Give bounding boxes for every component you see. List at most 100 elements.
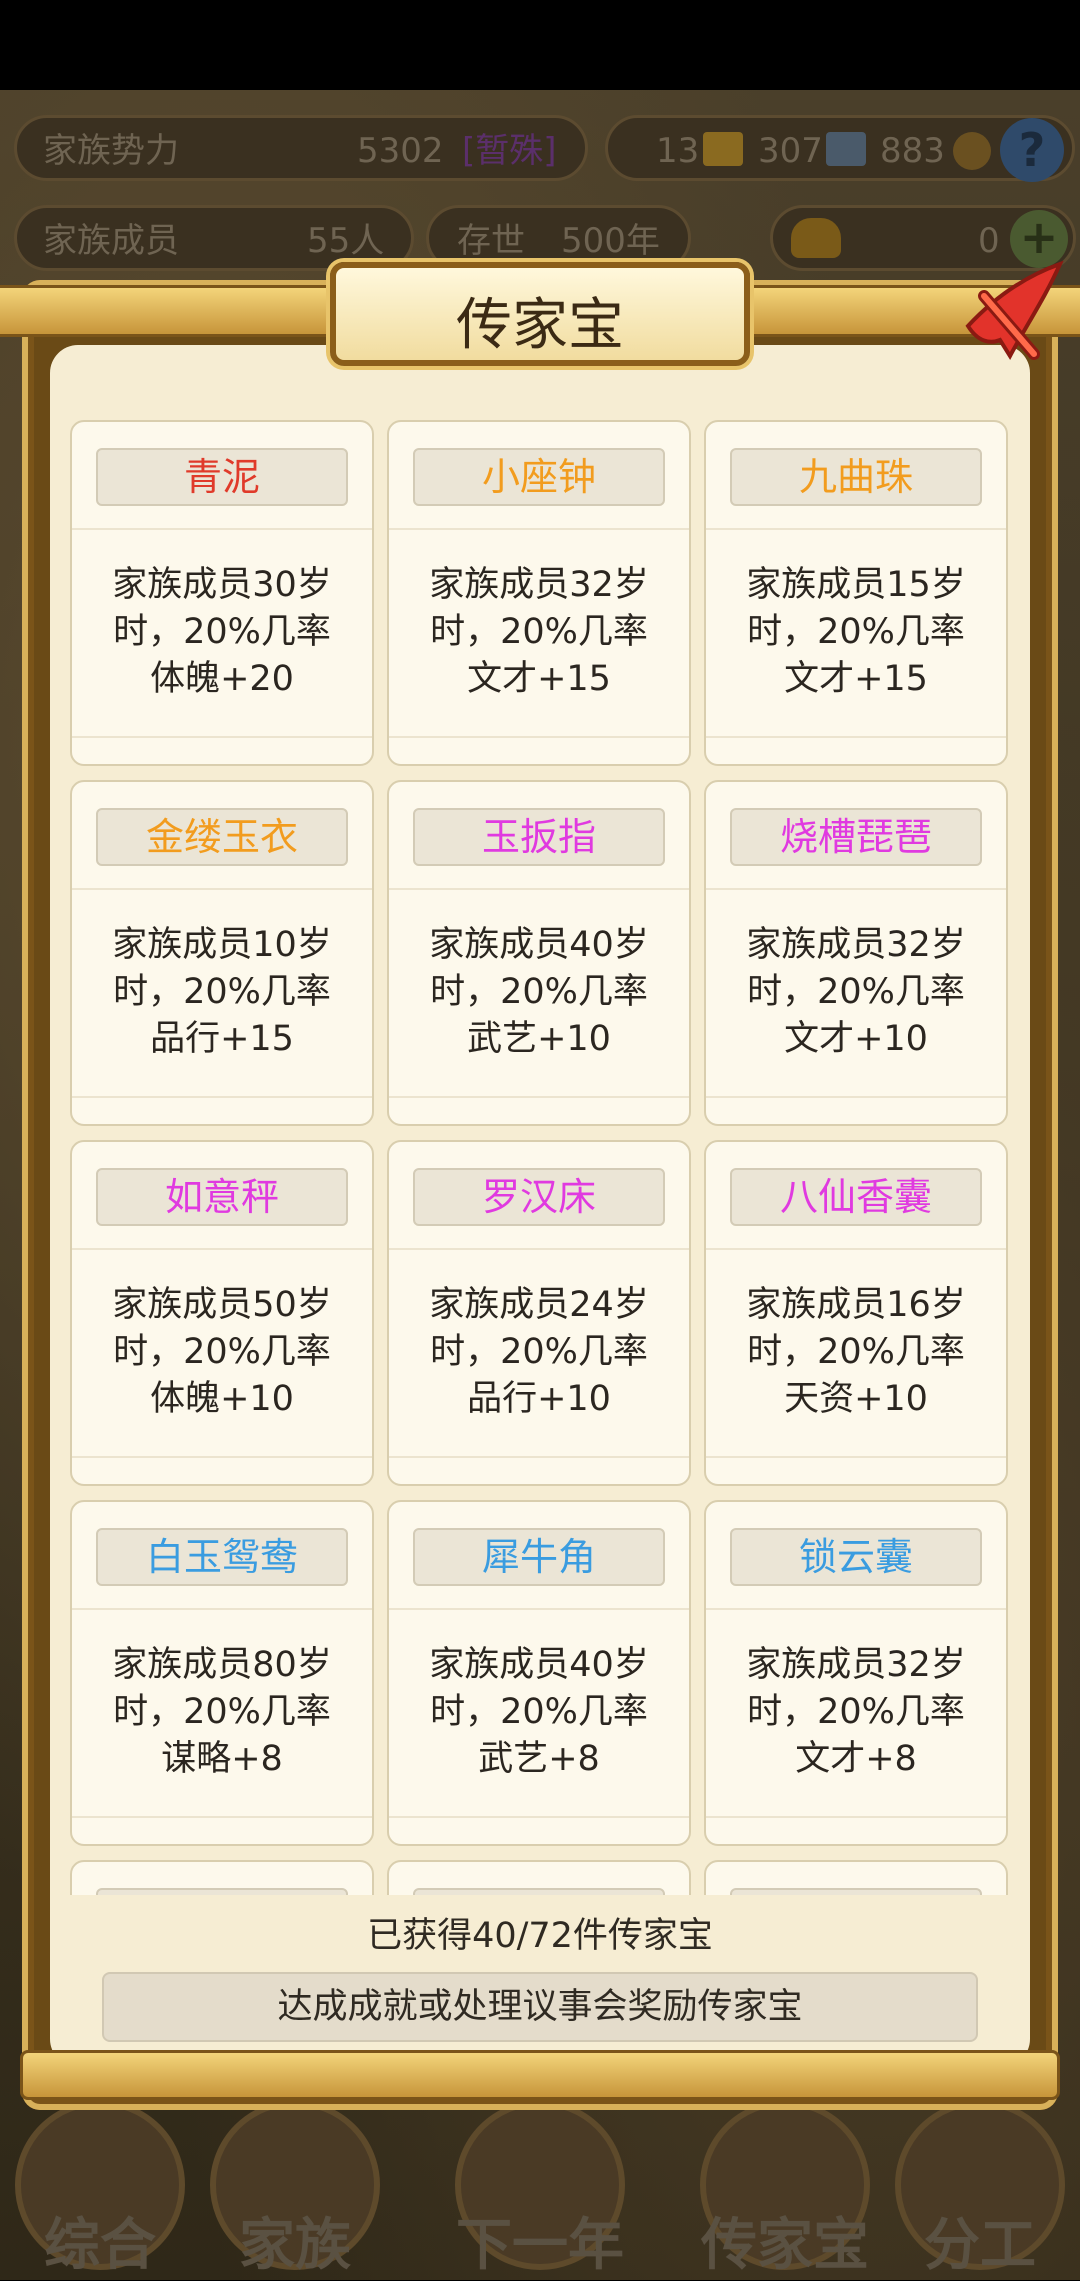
heirloom-effect: 家族成员15岁 时，20%几率 文才+15 — [706, 562, 1006, 703]
heirloom-effect-line: 时，20%几率 — [430, 1332, 648, 1372]
heirloom-effect-line: 谋略+8 — [161, 1739, 283, 1779]
heirloom-effect: 家族成员40岁 时，20%几率 武艺+10 — [389, 922, 689, 1063]
heirloom-effect: 家族成员50岁 时，20%几率 体魄+10 — [72, 1282, 372, 1423]
help-button[interactable]: ? — [1000, 118, 1064, 182]
dialog-bottom-frame — [20, 2050, 1060, 2100]
heirloom-card[interactable]: 金缕玉衣 家族成员10岁 时，20%几率 品行+15 — [70, 780, 374, 1126]
heirloom-effect-line: 文才+8 — [795, 1739, 917, 1779]
card-divider — [706, 1456, 1006, 1458]
heirloom-effect: 家族成员24岁 时，20%几率 品行+10 — [389, 1282, 689, 1423]
nav-overview[interactable]: 综合 — [5, 2090, 195, 2280]
heirloom-effect-line: 家族成员50岁 — [112, 1285, 332, 1325]
heirloom-effect-line: 家族成员80岁 — [112, 1645, 332, 1685]
heirloom-name — [413, 1888, 665, 1895]
gold-ingot-icon — [791, 218, 841, 258]
nav-heirlooms-label: 传家宝 — [701, 2212, 869, 2278]
heirloom-effect: 家族成员32岁 时，20%几率 文才+15 — [389, 562, 689, 703]
dialog-title-plate: 传家宝 — [330, 262, 750, 366]
gold-bar-icon — [703, 132, 743, 166]
heirloom-card[interactable] — [704, 1860, 1008, 1895]
heirloom-name: 烧槽琵琶 — [730, 808, 982, 866]
family-power-bar[interactable]: 家族势力 5302 [暂殊] — [14, 115, 588, 181]
heirloom-effect-line: 体魄+10 — [150, 1379, 294, 1419]
card-divider — [706, 888, 1006, 890]
heirloom-effect-line: 家族成员40岁 — [429, 1645, 649, 1685]
heirloom-effect-line: 时，20%几率 — [747, 1692, 965, 1732]
heirloom-hint-button[interactable]: 达成成就或处理议事会奖励传家宝 — [102, 1972, 978, 2042]
heirloom-effect-line: 家族成员32岁 — [746, 925, 966, 965]
heirloom-card[interactable]: 玉扳指 家族成员40岁 时，20%几率 武艺+10 — [387, 780, 691, 1126]
heirloom-effect-line: 时，20%几率 — [113, 1332, 331, 1372]
heirloom-effect-line: 天资+10 — [784, 1379, 928, 1419]
heirloom-effect: 家族成员32岁 时，20%几率 文才+8 — [706, 1642, 1006, 1783]
heirloom-effect: 家族成员16岁 时，20%几率 天资+10 — [706, 1282, 1006, 1423]
card-divider — [72, 1816, 372, 1818]
card-divider — [72, 1096, 372, 1098]
heirloom-effect-line: 武艺+8 — [478, 1739, 600, 1779]
heirloom-effect-line: 家族成员30岁 — [112, 565, 332, 605]
dialog-footer: 已获得40/72件传家宝 达成成就或处理议事会奖励传家宝 — [70, 1895, 1010, 2045]
heirloom-name — [730, 1888, 982, 1895]
heirloom-card[interactable]: 九曲珠 家族成员15岁 时，20%几率 文才+15 — [704, 420, 1008, 766]
heirloom-card[interactable]: 如意秤 家族成员50岁 时，20%几率 体魄+10 — [70, 1140, 374, 1486]
heirloom-name: 白玉鸳鸯 — [96, 1528, 348, 1586]
dialog-title: 传家宝 — [456, 293, 624, 358]
heirloom-effect-line: 时，20%几率 — [113, 1692, 331, 1732]
heirloom-card[interactable]: 八仙香囊家族成员16岁 时，20%几率 天资+10 — [704, 1140, 1008, 1486]
nav-assignments[interactable]: 分工 — [885, 2090, 1075, 2280]
heirloom-effect-line: 家族成员40岁 — [429, 925, 649, 965]
card-divider — [706, 1248, 1006, 1250]
heirloom-card[interactable]: 白玉鸳鸯家族成员80岁 时，20%几率 谋略+8 — [70, 1500, 374, 1846]
heirloom-card[interactable]: 烧槽琵琶家族成员32岁 时，20%几率 文才+10 — [704, 780, 1008, 1126]
close-icon[interactable] — [956, 256, 1066, 366]
card-divider — [389, 1608, 689, 1610]
heirloom-effect-line: 时，20%几率 — [747, 1332, 965, 1372]
heirloom-card[interactable]: 青泥 家族成员30岁 时，20%几率 体魄+20 — [70, 420, 374, 766]
heirloom-effect: 家族成员32岁 时，20%几率 文才+10 — [706, 922, 1006, 1063]
heirloom-effect: 家族成员30岁 时，20%几率 体魄+20 — [72, 562, 372, 703]
card-divider — [706, 528, 1006, 530]
heirloom-effect-line: 家族成员15岁 — [746, 565, 966, 605]
heirloom-effect-line: 文才+10 — [784, 1019, 928, 1059]
heirloom-effect-line: 品行+15 — [150, 1019, 294, 1059]
heirloom-effect-line: 时，20%几率 — [430, 972, 648, 1012]
heirloom-grid[interactable]: 青泥 家族成员30岁 时，20%几率 体魄+20 小座钟 家族成员32岁 时，20%几率 文才… — [70, 420, 1010, 1895]
heirloom-name: 八仙香囊 — [730, 1168, 982, 1226]
card-divider — [389, 736, 689, 738]
heirloom-effect: 家族成员80岁 时，20%几率 谋略+8 — [72, 1642, 372, 1783]
heirloom-effect-line: 时，20%几率 — [747, 612, 965, 652]
heirloom-effect-line: 时，20%几率 — [430, 612, 648, 652]
card-divider — [706, 736, 1006, 738]
heirloom-card[interactable]: 锁云囊家族成员32岁 时，20%几率 文才+8 — [704, 1500, 1008, 1846]
nav-overview-label: 综合 — [44, 2212, 156, 2278]
heirloom-card[interactable] — [387, 1860, 691, 1895]
heirloom-effect-line: 品行+10 — [467, 1379, 611, 1419]
card-divider — [706, 1816, 1006, 1818]
heirloom-effect-line: 时，20%几率 — [113, 612, 331, 652]
heirloom-name: 锁云囊 — [730, 1528, 982, 1586]
card-divider — [72, 1608, 372, 1610]
heirloom-card[interactable]: 小座钟家族成员32岁 时，20%几率 文才+15 — [387, 420, 691, 766]
nav-next-year[interactable]: 下一年 — [445, 2090, 635, 2280]
heirloom-name: 犀牛角 — [413, 1528, 665, 1586]
heirloom-effect-line: 文才+15 — [784, 659, 928, 699]
nav-family[interactable]: 家族 — [200, 2090, 390, 2280]
heirloom-name: 小座钟 — [413, 448, 665, 506]
heirloom-card[interactable]: 罗汉床 家族成员24岁 时，20%几率 品行+10 — [387, 1140, 691, 1486]
heirloom-effect: 家族成员40岁 时，20%几率 武艺+8 — [389, 1642, 689, 1783]
heirloom-effect-line: 体魄+20 — [150, 659, 294, 699]
family-members-label: 家族成员 — [43, 221, 179, 261]
heirloom-card[interactable] — [70, 1860, 374, 1895]
nav-heirlooms[interactable]: 传家宝 — [690, 2090, 880, 2280]
heirloom-name — [96, 1888, 348, 1895]
card-divider — [72, 1456, 372, 1458]
silver-bar-icon — [826, 132, 866, 166]
card-divider — [72, 528, 372, 530]
heirloom-effect-line: 文才+15 — [467, 659, 611, 699]
heirloom-card[interactable]: 犀牛角家族成员40岁 时，20%几率 武艺+8 — [387, 1500, 691, 1846]
card-divider — [72, 736, 372, 738]
heirloom-effect-line: 家族成员32岁 — [746, 1645, 966, 1685]
heirloom-effect-line: 家族成员10岁 — [112, 925, 332, 965]
card-divider — [706, 1096, 1006, 1098]
family-power-value: 5302 — [357, 131, 444, 171]
